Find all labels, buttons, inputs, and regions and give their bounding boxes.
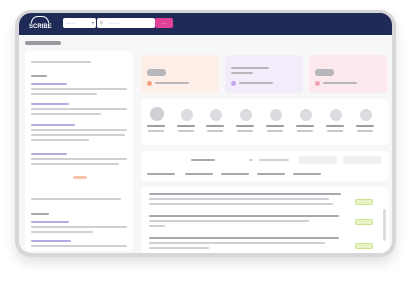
- result-text: [149, 220, 309, 222]
- sidebar-link[interactable]: [31, 240, 71, 242]
- avatar: [330, 109, 342, 121]
- result-text: [149, 242, 325, 244]
- avatar: [360, 109, 372, 121]
- sidebar-text: [31, 134, 125, 136]
- sidebar-text: [31, 245, 127, 247]
- sidebar-text: [31, 108, 127, 110]
- creator-meta: [148, 130, 164, 132]
- sidebar-text: [31, 158, 127, 160]
- scrollbar[interactable]: [383, 209, 386, 241]
- sidebar-section-title: [31, 213, 49, 215]
- creator-meta: [237, 130, 253, 132]
- avatar: [300, 109, 312, 121]
- creator-meta: [297, 130, 313, 132]
- creator-meta: [267, 130, 283, 132]
- creator-name: [147, 125, 165, 127]
- sidebar-link[interactable]: [31, 83, 67, 85]
- sidebar-text: [31, 226, 127, 228]
- search-input[interactable]: ⚲ ...........: [97, 18, 155, 28]
- date-filter[interactable]: [259, 159, 289, 161]
- sort-label: [191, 159, 215, 161]
- search-button[interactable]: ......: [155, 18, 173, 28]
- creator-name: [296, 125, 314, 127]
- sidebar-text: [31, 88, 127, 90]
- creator-name: [326, 125, 344, 127]
- heart-icon: [315, 81, 320, 86]
- stat-value: [315, 69, 334, 76]
- filter-chip[interactable]: [221, 173, 249, 175]
- stat-card-pink[interactable]: [309, 55, 387, 93]
- status-badge: [355, 199, 373, 205]
- filter-panel: [141, 151, 389, 181]
- sidebar-link[interactable]: [31, 124, 75, 126]
- filter-input[interactable]: [343, 156, 381, 164]
- sidebar-link[interactable]: [31, 153, 67, 155]
- sidebar-text: [31, 113, 101, 115]
- show-more-link[interactable]: [73, 176, 87, 179]
- avatar: [270, 109, 282, 121]
- creator-name: [266, 125, 284, 127]
- bag-icon: [231, 81, 236, 86]
- creator-name: [236, 125, 254, 127]
- filter-chip[interactable]: [185, 173, 213, 175]
- page-title: [25, 41, 61, 45]
- stat-card-orange[interactable]: [141, 55, 219, 93]
- chevron-down-icon: ▾: [91, 20, 94, 25]
- creator-meta: [327, 130, 343, 132]
- sidebar-section-title: [31, 75, 47, 77]
- creator-name: [356, 125, 374, 127]
- sidebar-text: [31, 129, 127, 131]
- chevron-down-icon: [249, 159, 253, 161]
- category-select[interactable]: ........ ▾: [63, 18, 96, 28]
- category-select-value: ........: [66, 20, 75, 25]
- avatar: [181, 109, 193, 121]
- search-icon: ⚲: [100, 20, 103, 25]
- filter-chip[interactable]: [147, 173, 175, 175]
- creators-panel: [141, 99, 389, 145]
- coin-icon: [147, 81, 152, 86]
- creator-name: [177, 125, 195, 127]
- logo[interactable]: SCRIBE: [29, 19, 52, 35]
- sidebar-link[interactable]: [31, 221, 69, 223]
- result-text: [149, 198, 329, 200]
- filter-chip[interactable]: [257, 173, 285, 175]
- sidebar-divider-text: [31, 198, 121, 200]
- stat-title: [231, 67, 269, 69]
- filter-sidebar: [25, 51, 133, 251]
- sidebar-text: [31, 139, 89, 141]
- result-meta: [149, 225, 165, 227]
- app-screen: SCRIBE ........ ▾ ⚲ ........... ......: [19, 13, 392, 253]
- avatar: [210, 109, 222, 121]
- creator-name: [206, 125, 224, 127]
- results-list: [141, 187, 389, 253]
- avatar: [240, 109, 252, 121]
- result-title[interactable]: [149, 237, 339, 239]
- sidebar-text: [31, 163, 119, 165]
- creator-meta: [178, 130, 194, 132]
- sidebar-text: [31, 231, 93, 233]
- sidebar-link[interactable]: [31, 103, 69, 105]
- stat-card-purple[interactable]: [225, 55, 303, 93]
- stat-label: [323, 82, 357, 84]
- result-title[interactable]: [149, 193, 341, 195]
- top-navigation-bar: SCRIBE ........ ▾ ⚲ ........... ......: [19, 13, 392, 35]
- filter-chip[interactable]: [293, 173, 321, 175]
- stat-value: [147, 69, 166, 76]
- result-title[interactable]: [149, 215, 339, 217]
- creator-meta: [357, 130, 373, 132]
- sidebar-heading: [31, 61, 91, 63]
- result-text: [149, 203, 333, 205]
- creator-meta: [207, 130, 223, 132]
- status-badge: [355, 219, 373, 225]
- status-badge: [355, 243, 373, 249]
- avatar: [150, 107, 164, 121]
- stat-subtitle: [231, 72, 253, 74]
- stat-label: [239, 82, 273, 84]
- result-meta: [149, 247, 209, 249]
- search-placeholder: ...........: [108, 20, 121, 25]
- filter-input[interactable]: [299, 156, 337, 164]
- stat-label: [155, 82, 189, 84]
- sidebar-text: [31, 93, 97, 95]
